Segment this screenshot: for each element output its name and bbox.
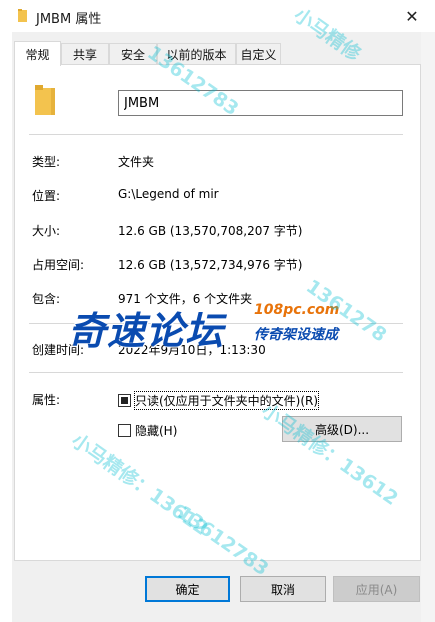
folder-name-input[interactable]	[118, 90, 403, 116]
background-window-edge-right	[421, 0, 435, 622]
tab-label: 共享	[72, 48, 97, 62]
ok-button[interactable]: 确定	[145, 576, 230, 602]
background-window-edge-left	[0, 0, 12, 622]
tab-label: 安全	[120, 48, 145, 62]
cancel-button[interactable]: 取消	[240, 576, 326, 602]
separator	[29, 372, 403, 373]
tab-previous-versions[interactable]: 以前的版本	[157, 43, 236, 65]
type-label: 类型:	[32, 155, 61, 169]
folder-icon	[18, 9, 27, 22]
properties-dialog: JMBM 属性 ✕ 常规 共享 安全 以前的版本 自定义 类型: 文件夹	[0, 0, 435, 622]
tab-general[interactable]: 常规	[14, 41, 61, 66]
contains-label: 包含:	[32, 292, 61, 306]
readonly-label[interactable]: 只读(仅应用于文件夹中的文件)(R)	[133, 391, 320, 410]
large-folder-icon	[35, 85, 55, 115]
tab-security[interactable]: 安全	[109, 43, 157, 65]
tab-label: 以前的版本	[166, 48, 227, 62]
location-value: G:\Legend of mir	[118, 187, 219, 201]
cancel-button-label: 取消	[270, 582, 295, 597]
size-value: 12.6 GB (13,570,708,207 字节)	[118, 224, 303, 238]
close-icon: ✕	[405, 6, 419, 26]
readonly-checkbox[interactable]	[118, 394, 131, 407]
watermark-slogan: 传奇架设速成	[254, 327, 338, 343]
ok-button-label: 确定	[175, 582, 200, 597]
advanced-button[interactable]: 高级(D)...	[282, 416, 402, 442]
attributes-label: 属性:	[32, 393, 61, 407]
advanced-button-label: 高级(D)...	[314, 422, 370, 437]
tab-sharing[interactable]: 共享	[61, 43, 109, 65]
close-button[interactable]: ✕	[389, 0, 435, 32]
size-on-disk-label: 占用空间:	[32, 258, 85, 272]
type-value: 文件夹	[118, 155, 155, 169]
watermark-logo-text: 奇速论坛	[68, 309, 225, 353]
watermark-site: 108pc.com	[254, 302, 340, 318]
size-on-disk-value: 12.6 GB (13,572,734,976 字节)	[118, 258, 303, 272]
hidden-label[interactable]: 隐藏(H)	[135, 422, 177, 439]
watermark-logo: 奇速论坛 108pc.com 传奇架设速成	[68, 300, 368, 353]
title-bar[interactable]: JMBM 属性 ✕	[0, 0, 435, 32]
separator	[29, 134, 403, 135]
tab-label: 常规	[25, 47, 50, 62]
tab-strip: 常规 共享 安全 以前的版本 自定义	[14, 41, 424, 66]
tab-label: 自定义	[240, 48, 277, 62]
location-label: 位置:	[32, 189, 61, 203]
tab-customize[interactable]: 自定义	[236, 43, 281, 65]
window-title: JMBM 属性	[36, 12, 102, 27]
size-label: 大小:	[32, 224, 61, 238]
hidden-checkbox[interactable]	[118, 424, 131, 437]
apply-button-label: 应用(A)	[355, 582, 398, 597]
apply-button[interactable]: 应用(A)	[333, 576, 420, 602]
